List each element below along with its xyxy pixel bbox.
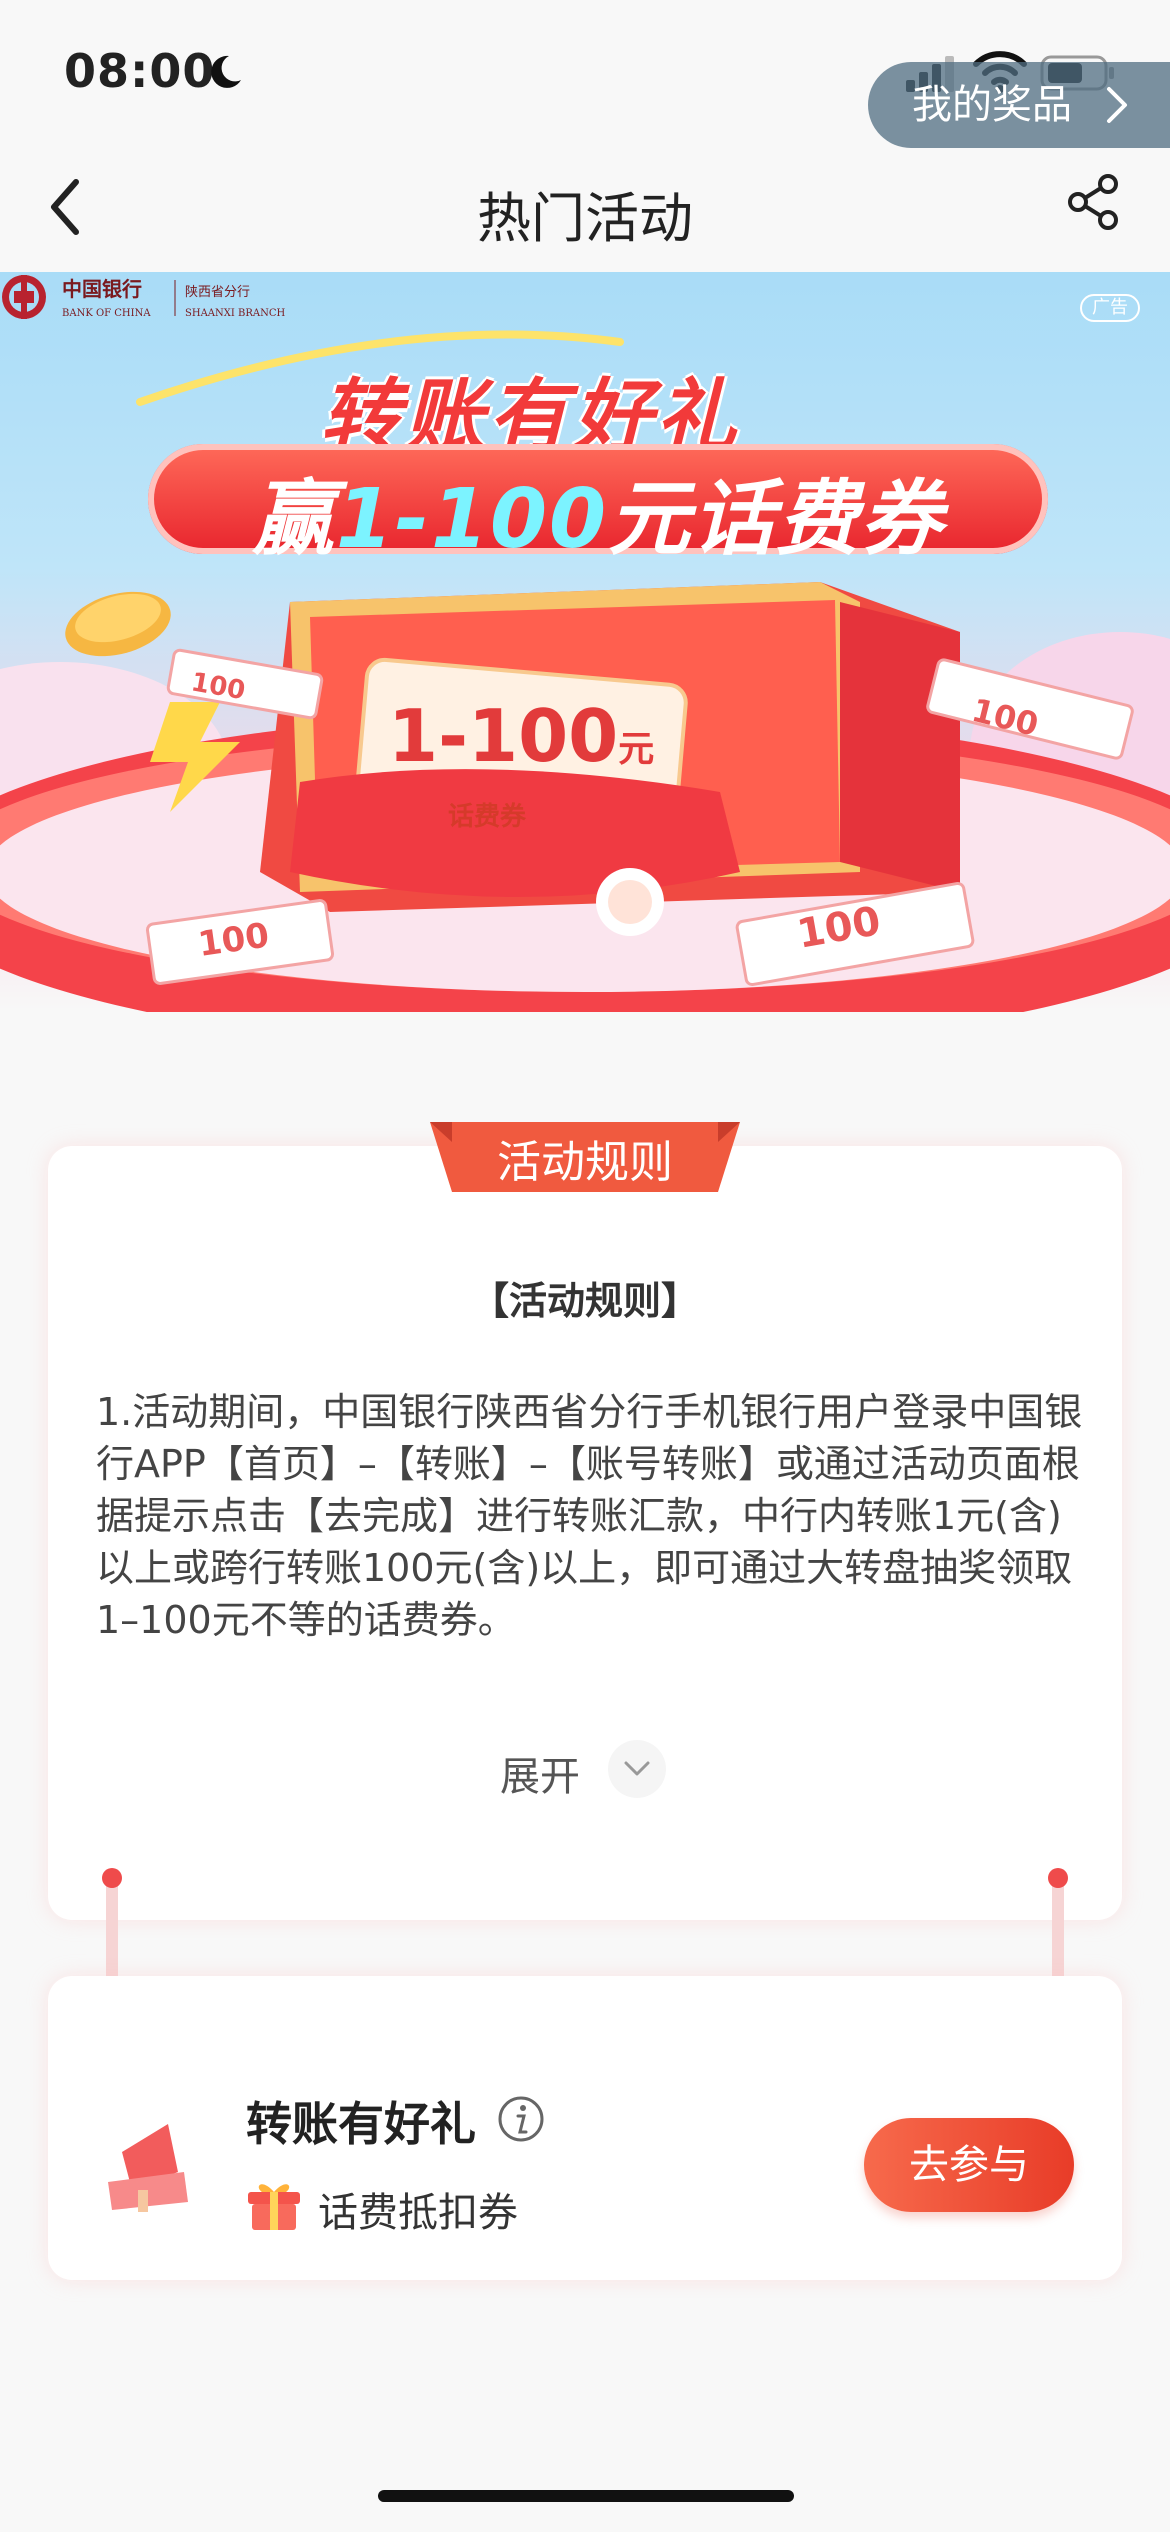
- my-prizes-button[interactable]: 我的奖品: [868, 62, 1170, 148]
- activity-title: 转账有好礼: [246, 2097, 476, 2151]
- subhead-highlight: 1-100: [335, 472, 609, 567]
- page-title: 热门活动: [477, 187, 693, 250]
- branch-name-en: SHAANXI BRANCH: [185, 308, 286, 319]
- expand-button[interactable]: [608, 1740, 666, 1798]
- expand-label[interactable]: 展开: [500, 1744, 580, 1802]
- transfer-gift-icon: [108, 2124, 188, 2212]
- status-time: 08:00: [64, 44, 216, 98]
- my-prizes-label: 我的奖品: [912, 82, 1072, 128]
- bank-name-cn: 中国银行: [62, 277, 142, 301]
- branch-name-cn: 陕西省分行: [185, 285, 250, 300]
- ticket-unit: 元: [618, 729, 655, 770]
- chevron-right-icon: [1107, 87, 1127, 123]
- bank-name-en: BANK OF CHINA: [62, 308, 151, 319]
- promo-banner[interactable]: 100 100 100 100 中国银行 BANK OF CHINA 陕西省分行 SH…: [0, 272, 1170, 1012]
- ticket-label: 话费券: [448, 802, 527, 832]
- ad-badge: 广告: [1080, 294, 1140, 322]
- moon-icon: [211, 55, 241, 88]
- info-icon[interactable]: [496, 2094, 546, 2144]
- share-icon[interactable]: [1064, 172, 1124, 232]
- join-button[interactable]: 去参与: [864, 2118, 1074, 2212]
- ticket-amount-value: 1-100: [388, 694, 619, 778]
- rules-heading: 【活动规则】: [470, 1279, 699, 1323]
- rules-body: 1.活动期间，中国银行陕西省分行手机银行用户登录中国银行APP【首页】–【转账】…: [96, 1390, 1083, 1642]
- subhead-prefix: 赢: [251, 472, 336, 567]
- activity-subtitle: 话费抵扣券: [318, 2190, 518, 2236]
- subhead-suffix: 元话费券: [608, 472, 945, 567]
- rules-tab-label: 活动规则: [497, 1137, 673, 1188]
- banner-subhead: 赢1-100元话费券: [148, 452, 1048, 571]
- bank-of-china-logo: 中国银行 BANK OF CHINA 陕西省分行 SHAANXI BRANCH: [2, 275, 286, 319]
- ticket-amount: 1-100元: [388, 694, 654, 778]
- home-indicator[interactable]: [378, 2490, 794, 2502]
- gift-icon: [248, 2184, 300, 2230]
- chevron-down-icon: [624, 1761, 650, 1776]
